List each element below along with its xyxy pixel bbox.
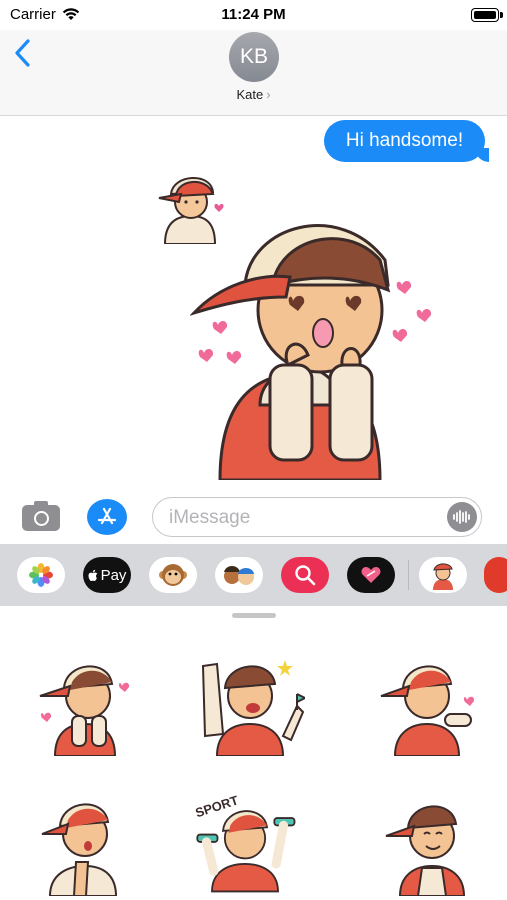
photos-icon[interactable] bbox=[17, 557, 65, 593]
sticker-boy-cheering-flag[interactable] bbox=[195, 646, 305, 756]
conversation-header: KB Kate › bbox=[0, 30, 507, 116]
audio-waveform-icon[interactable] bbox=[447, 502, 477, 532]
apple-pay-label: Pay bbox=[100, 566, 127, 584]
avatar-initials: KB bbox=[239, 45, 268, 68]
apple-pay-icon[interactable]: Pay bbox=[83, 557, 131, 593]
web-images-search-icon[interactable] bbox=[281, 557, 329, 593]
sticker-boy-surprised[interactable] bbox=[30, 786, 140, 896]
message-text: Hi handsome! bbox=[345, 130, 464, 151]
contact-name: Kate bbox=[236, 87, 264, 102]
sticker-boy-sport-dumbbells[interactable]: SPORT bbox=[190, 786, 300, 896]
sticker-panel: SPORT bbox=[0, 606, 507, 900]
red-app-icon[interactable] bbox=[484, 557, 507, 593]
message-bubble-outgoing[interactable]: Hi handsome! bbox=[324, 120, 489, 162]
sticker-boy-hearts[interactable] bbox=[30, 646, 140, 756]
app-store-icon[interactable] bbox=[87, 499, 127, 535]
clock: 11:24 PM bbox=[221, 6, 286, 23]
panel-grabber[interactable] bbox=[232, 613, 276, 618]
message-input[interactable] bbox=[167, 506, 431, 530]
drawer-separator bbox=[408, 560, 409, 590]
sticker-boy-blowing-kiss[interactable] bbox=[375, 646, 485, 756]
digital-touch-heart-icon[interactable] bbox=[347, 557, 395, 593]
camera-icon[interactable] bbox=[22, 501, 60, 531]
back-chevron-icon[interactable] bbox=[14, 38, 32, 73]
large-boy-hearts-sticker[interactable] bbox=[190, 205, 440, 480]
sticker-boy-smiling[interactable] bbox=[378, 786, 488, 896]
sticker-app-icon[interactable] bbox=[419, 557, 467, 593]
contact-name-button[interactable]: Kate › bbox=[0, 87, 507, 102]
battery-icon bbox=[471, 8, 503, 22]
contact-avatar[interactable]: KB bbox=[229, 32, 279, 82]
app-drawer: Pay bbox=[0, 544, 507, 606]
animoji-monkey-icon[interactable] bbox=[149, 557, 197, 593]
message-field[interactable] bbox=[152, 497, 482, 537]
status-bar: Carrier 11:24 PM bbox=[0, 0, 507, 30]
chevron-right-icon: › bbox=[266, 87, 271, 102]
composer-bar bbox=[0, 490, 507, 542]
memoji-icon[interactable] bbox=[215, 557, 263, 593]
